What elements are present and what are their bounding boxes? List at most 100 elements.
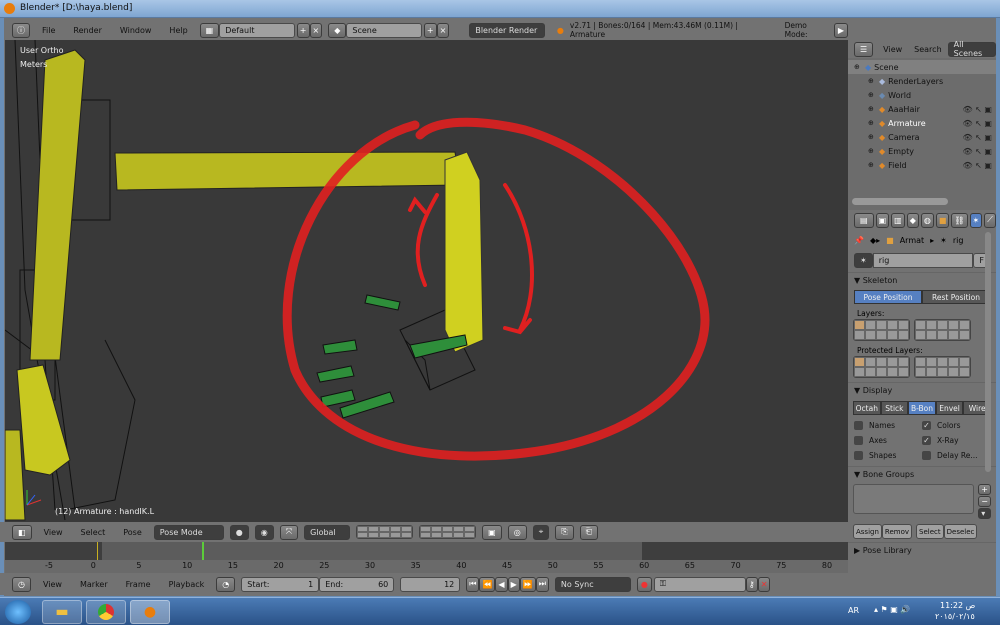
add-screen-button[interactable]: + bbox=[296, 22, 310, 38]
checkbox-icon[interactable]: ✓ bbox=[922, 436, 931, 445]
display-type-octah[interactable]: Octah bbox=[853, 401, 881, 415]
screen-layout-field[interactable]: Default bbox=[219, 22, 295, 38]
menu-render[interactable]: Render bbox=[67, 26, 107, 35]
properties-scrollbar[interactable] bbox=[985, 232, 991, 472]
display-option-checkbox[interactable]: ✓ X-Ray bbox=[922, 433, 990, 448]
expand-icon[interactable]: ⊕ bbox=[868, 77, 876, 85]
layer-buttons[interactable] bbox=[356, 525, 414, 539]
layer-buttons-2[interactable] bbox=[419, 525, 477, 539]
taskbar-explorer-icon[interactable]: ▬ bbox=[42, 600, 82, 624]
display-option-checkbox[interactable]: ✓ Colors bbox=[922, 418, 990, 433]
taskbar-chrome-icon[interactable] bbox=[86, 600, 126, 624]
bone-groups-list[interactable] bbox=[853, 484, 975, 514]
current-frame-indicator[interactable] bbox=[202, 542, 204, 560]
editor-type-properties-icon[interactable]: ▤ bbox=[854, 212, 874, 228]
start-button[interactable] bbox=[5, 600, 31, 624]
jump-start-button[interactable]: ⏮ bbox=[466, 576, 480, 592]
expand-icon[interactable]: ⊕ bbox=[868, 91, 876, 99]
clock-time[interactable]: 11:22 ص bbox=[940, 601, 975, 610]
tab-object-icon[interactable]: ■ bbox=[935, 212, 950, 228]
tab-bone-icon[interactable]: ⟋ bbox=[984, 212, 996, 228]
display-option-checkbox[interactable]: Shapes bbox=[854, 448, 922, 463]
copy-pose-icon[interactable]: ⎘ bbox=[555, 524, 574, 540]
editor-type-outliner-icon[interactable]: ☰ bbox=[854, 41, 874, 57]
checkbox-icon[interactable] bbox=[854, 436, 863, 445]
orientation-select[interactable]: Global bbox=[304, 524, 351, 540]
start-frame-field[interactable]: Start: 1 bbox=[241, 576, 320, 592]
add-scene-button[interactable]: + bbox=[423, 22, 437, 38]
menu-file[interactable]: File bbox=[36, 26, 61, 35]
assign-button[interactable]: Assign bbox=[853, 524, 882, 539]
render-engine-select[interactable]: Blender Render bbox=[469, 22, 545, 38]
mode-select[interactable]: Pose Mode bbox=[153, 524, 224, 540]
menu-view[interactable]: View bbox=[38, 528, 69, 537]
outliner-item[interactable]: ⊕ ◆ Empty 👁 ↖ ▣ bbox=[848, 144, 996, 158]
delete-keyframe-icon[interactable]: ✕ bbox=[757, 576, 771, 592]
scene-field[interactable]: Scene bbox=[346, 22, 422, 38]
remove-bone-group-button[interactable]: − bbox=[978, 496, 991, 507]
editor-type-info-icon[interactable]: ⓘ bbox=[12, 22, 30, 38]
demo-play-button[interactable]: ▶ bbox=[833, 22, 849, 38]
pose-position-button[interactable]: Pose Position bbox=[854, 290, 922, 304]
datablock-name-field[interactable]: rig bbox=[872, 253, 974, 268]
display-option-checkbox[interactable]: Axes bbox=[854, 433, 922, 448]
paste-pose-icon[interactable]: ⎗ bbox=[579, 524, 599, 540]
expand-icon[interactable]: ⊕ bbox=[854, 63, 862, 71]
frame-ruler[interactable]: -5 0 5 10 15 20 25 30 35 40 45 50 55 60 65 70 75 80 bbox=[5, 560, 848, 573]
visibility-icons[interactable]: 👁 ↖ ▣ bbox=[962, 147, 992, 156]
display-option-checkbox[interactable]: Delay Re... bbox=[922, 448, 990, 463]
sync-select[interactable]: No Sync bbox=[554, 576, 631, 592]
menu-select[interactable]: Select bbox=[75, 528, 112, 537]
menu-pose[interactable]: Pose bbox=[117, 528, 148, 537]
remove-scene-button[interactable]: × bbox=[436, 22, 450, 38]
menu-playback[interactable]: Playback bbox=[163, 580, 211, 589]
bone-group-specials-button[interactable]: ▾ bbox=[978, 508, 991, 519]
clock-date[interactable]: ٢٠١٥/٠٢/١٥ bbox=[935, 612, 975, 621]
outliner-item[interactable]: ⊕ ◆ Armature 👁 ↖ ▣ bbox=[848, 116, 996, 130]
preview-range-icon[interactable]: ◔ bbox=[216, 576, 236, 592]
end-frame-field[interactable]: End: 60 bbox=[319, 576, 395, 592]
snap-select[interactable]: ⌖ bbox=[532, 524, 550, 540]
outliner-item[interactable]: ⊕ ◆ AaaHair 👁 ↖ ▣ bbox=[848, 102, 996, 116]
checkbox-icon[interactable] bbox=[854, 421, 863, 430]
keying-set-field[interactable]: ⚿ bbox=[653, 576, 746, 592]
outliner-item[interactable]: ⊕ ◆ Scene bbox=[848, 60, 996, 74]
tab-layers-icon[interactable]: ▥ bbox=[891, 212, 905, 228]
display-mode-select[interactable]: All Scenes bbox=[947, 40, 996, 58]
manipulator-toggle[interactable]: ⤧ bbox=[279, 524, 299, 540]
lock-layers-icon[interactable]: ▣ bbox=[482, 524, 502, 540]
play-reverse-button[interactable]: ◀ bbox=[495, 576, 508, 592]
pose-library-panel-header[interactable]: ▶ Pose Library bbox=[848, 542, 996, 558]
remove-button[interactable]: Remov bbox=[881, 524, 913, 539]
menu-frame[interactable]: Frame bbox=[120, 580, 157, 589]
display-panel-header[interactable]: ▼ Display bbox=[848, 382, 996, 398]
tab-constraints-icon[interactable]: ⛓ bbox=[951, 212, 968, 228]
visibility-icons[interactable]: 👁 ↖ ▣ bbox=[962, 119, 992, 128]
timeline-area[interactable]: -5 0 5 10 15 20 25 30 35 40 45 50 55 60 65 70 75 80 bbox=[5, 542, 848, 573]
select-button[interactable]: Select bbox=[916, 524, 944, 539]
checkbox-icon[interactable]: ✓ bbox=[922, 421, 931, 430]
skeleton-panel-header[interactable]: ▼ Skeleton bbox=[848, 272, 996, 288]
tab-world-icon[interactable]: ◍ bbox=[920, 212, 934, 228]
armature-layers[interactable] bbox=[848, 319, 996, 341]
scene-icon[interactable]: ◆ bbox=[328, 22, 347, 38]
expand-icon[interactable]: ⊕ bbox=[868, 105, 876, 113]
visibility-icons[interactable]: 👁 ↖ ▣ bbox=[962, 161, 992, 170]
taskbar-blender-icon[interactable]: ● bbox=[130, 600, 170, 624]
expand-icon[interactable]: ⊕ bbox=[868, 147, 876, 155]
editor-type-3dview-icon[interactable]: ◧ bbox=[12, 524, 32, 540]
visibility-icons[interactable]: 👁 ↖ ▣ bbox=[962, 133, 992, 142]
3d-viewport[interactable]: User Ortho Meters (12) Armature : handIK… bbox=[5, 40, 848, 522]
tab-armature-data-icon[interactable]: ✶ bbox=[969, 212, 983, 228]
jump-keyframe-back-button[interactable]: ⏪ bbox=[479, 576, 496, 592]
visibility-icons[interactable]: 👁 ↖ ▣ bbox=[962, 105, 992, 114]
rest-position-button[interactable]: Rest Position bbox=[922, 290, 990, 304]
remove-screen-button[interactable]: × bbox=[309, 22, 323, 38]
tab-scene-icon[interactable]: ◆ bbox=[906, 212, 919, 228]
expand-icon[interactable]: ⊕ bbox=[868, 133, 876, 141]
display-type-stick[interactable]: Stick bbox=[880, 401, 909, 415]
expand-icon[interactable]: ⊕ bbox=[868, 119, 876, 127]
outliner-item[interactable]: ⊕ ◆ Field 👁 ↖ ▣ bbox=[848, 158, 996, 172]
menu-window[interactable]: Window bbox=[114, 26, 158, 35]
expand-icon[interactable]: ⊕ bbox=[868, 161, 876, 169]
